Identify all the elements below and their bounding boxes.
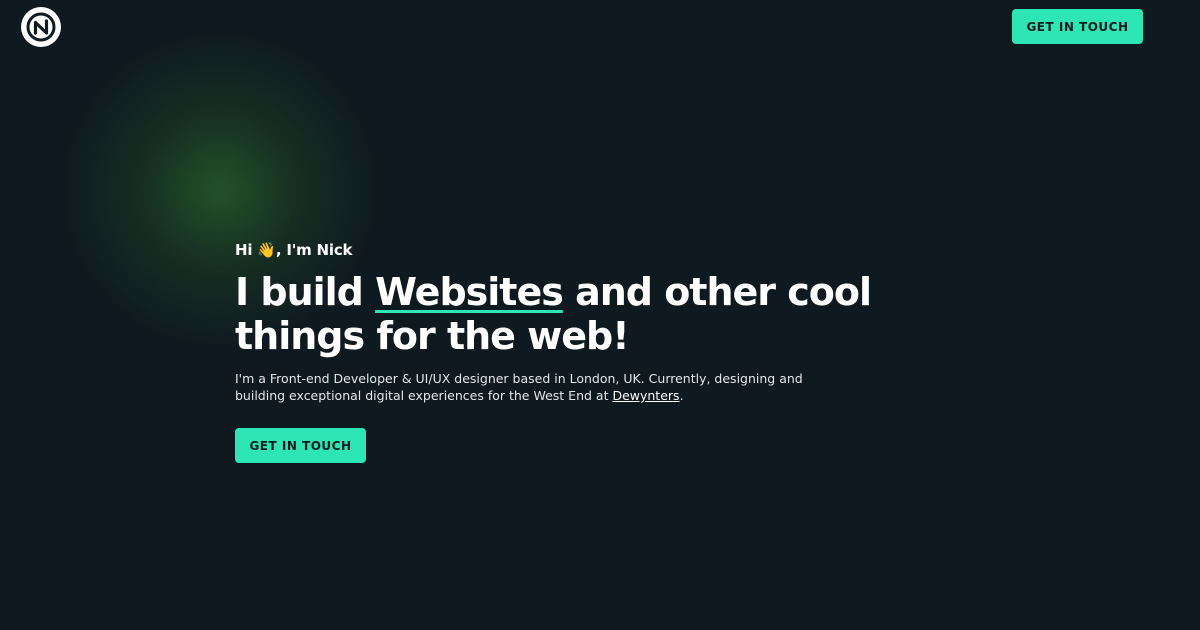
headline-pre: I build [235,270,376,314]
greeting-suffix: , I'm Nick [275,241,353,259]
dewynters-link[interactable]: Dewynters [612,388,679,403]
headline-highlight: Websites [375,270,564,314]
hero-section: Hi 👋, I'm Nick I build Websites and othe… [235,240,1135,463]
greeting: Hi 👋, I'm Nick [235,240,1135,260]
headline: I build Websites and other cool things f… [235,270,935,358]
intro-text: I'm a Front-end Developer & UI/UX design… [235,371,803,403]
wave-emoji: 👋 [257,241,276,259]
intro-end: . [679,388,684,403]
logo[interactable] [21,7,61,47]
intro-paragraph: I'm a Front-end Developer & UI/UX design… [235,370,855,404]
greeting-prefix: Hi [235,241,253,259]
hero-get-in-touch-button[interactable]: GET IN TOUCH [235,428,366,463]
header-get-in-touch-button[interactable]: GET IN TOUCH [1012,9,1143,44]
logo-icon [26,12,56,42]
